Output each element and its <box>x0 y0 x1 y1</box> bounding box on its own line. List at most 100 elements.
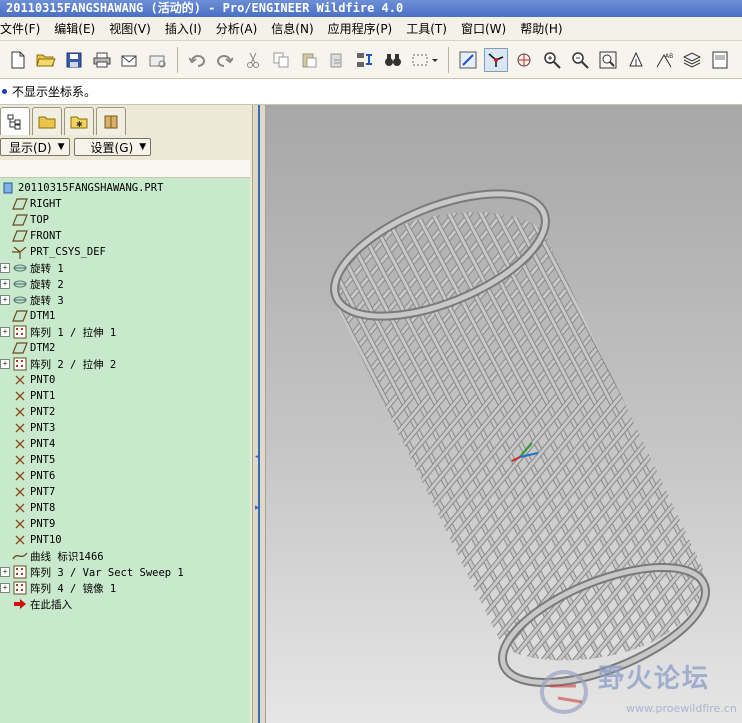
tree-item-label: 旋转 2 <box>30 278 64 291</box>
tree-item[interactable]: PNT1 <box>12 388 55 404</box>
saved-views-button[interactable]: AB <box>652 48 676 72</box>
save-button[interactable] <box>62 48 86 72</box>
cut-button[interactable] <box>241 48 265 72</box>
tree-item[interactable]: PRT_CSYS_DEF <box>12 244 106 260</box>
tab-model-tree[interactable] <box>0 107 30 135</box>
zoom-out-button[interactable] <box>568 48 592 72</box>
toolbar-separator <box>177 46 178 73</box>
find-button[interactable] <box>381 48 405 72</box>
menu-tools[interactable]: 工具(T) <box>399 20 454 37</box>
expand-plus-icon[interactable]: + <box>0 279 10 289</box>
tree-item[interactable]: PNT2 <box>12 404 55 420</box>
expand-plus-icon[interactable]: + <box>0 263 10 273</box>
menu-insert[interactable]: 插入(I) <box>158 20 209 37</box>
refit-button[interactable] <box>596 48 620 72</box>
tree-item[interactable]: 曲线 标识1466 <box>12 548 104 564</box>
settings-dropdown[interactable]: 设置(G) ▼ <box>73 138 152 156</box>
tree-item[interactable]: + 旋转 2 <box>0 276 64 292</box>
tree-item[interactable]: PNT5 <box>12 452 55 468</box>
orient-mode-button[interactable] <box>512 48 536 72</box>
tree-item[interactable]: + 旋转 1 <box>0 260 64 276</box>
tree-item-label: PNT3 <box>30 422 56 434</box>
tree-item-label: DTM1 <box>30 310 56 322</box>
tree-item[interactable]: + 阵列 4 / 镜像 1 <box>0 580 116 596</box>
redo-button[interactable] <box>213 48 237 72</box>
tree-item-label: PNT7 <box>30 486 56 498</box>
tree-item[interactable]: PNT7 <box>12 484 55 500</box>
tab-connections[interactable] <box>96 107 126 135</box>
zoom-in-icon <box>544 51 561 69</box>
repaint-button[interactable] <box>456 48 480 72</box>
tree-item[interactable]: RIGHT <box>12 196 62 212</box>
pattern-icon <box>12 356 28 372</box>
menu-window[interactable]: 窗口(W) <box>454 20 513 37</box>
menu-analysis[interactable]: 分析(A) <box>209 20 265 37</box>
splitter-line <box>258 105 260 723</box>
menu-bar: 文件(F) 编辑(E) 视图(V) 插入(I) 分析(A) 信息(N) 应用程序… <box>0 17 742 41</box>
toolbar-separator <box>448 46 449 73</box>
scissors-icon <box>247 52 259 68</box>
folder-browser-icon <box>38 116 56 128</box>
tree-item[interactable]: PNT3 <box>12 420 55 436</box>
insert-here-arrow-icon <box>12 596 28 612</box>
tree-item[interactable]: DTM1 <box>12 308 55 324</box>
tree-item[interactable]: TOP <box>12 212 49 228</box>
menu-help[interactable]: 帮助(H) <box>513 20 569 37</box>
tab-favorites[interactable]: ✱ <box>64 107 94 135</box>
tree-item[interactable]: PNT9 <box>12 516 55 532</box>
expand-plus-icon[interactable]: + <box>0 359 10 369</box>
tree-item[interactable]: PNT6 <box>12 468 55 484</box>
layers-button[interactable] <box>680 48 704 72</box>
print-button[interactable] <box>90 48 114 72</box>
spin-center-button[interactable] <box>484 47 508 72</box>
tree-item[interactable]: PNT4 <box>12 436 55 452</box>
menu-edit[interactable]: 编辑(E) <box>47 20 102 37</box>
send-mail-button[interactable] <box>118 48 142 72</box>
tree-item[interactable]: PNT8 <box>12 500 55 516</box>
collapse-left-icon[interactable]: ◂ <box>255 452 260 462</box>
tree-item[interactable]: FRONT <box>12 228 62 244</box>
regenerate-button[interactable] <box>353 48 377 72</box>
expand-plus-icon[interactable]: + <box>0 295 10 305</box>
menu-file[interactable]: 文件(F) <box>0 20 47 37</box>
tree-item[interactable]: 20110315FANGSHAWANG.PRT <box>0 180 163 196</box>
pattern-icon <box>12 324 28 340</box>
tree-item[interactable]: PNT0 <box>12 372 55 388</box>
new-file-button[interactable] <box>6 48 30 72</box>
triangle-down-icon: ▼ <box>57 142 65 152</box>
reorient-button[interactable] <box>624 48 648 72</box>
tree-item[interactable]: + 阵列 2 / 拉伸 2 <box>0 356 116 372</box>
tree-item[interactable]: PNT10 <box>12 532 62 548</box>
tree-item[interactable]: + 阵列 1 / 拉伸 1 <box>0 324 116 340</box>
menu-info[interactable]: 信息(N) <box>264 20 320 37</box>
menu-view[interactable]: 视图(V) <box>102 20 158 37</box>
graphics-window[interactable]: 野火论坛 www.proewildfire.cn <box>266 105 742 723</box>
open-file-button[interactable] <box>34 48 58 72</box>
send-link-button[interactable] <box>146 48 170 72</box>
tree-item[interactable]: 在此插入 <box>12 596 72 612</box>
copy-button[interactable] <box>269 48 293 72</box>
expand-plus-icon[interactable]: + <box>0 327 10 337</box>
tree-item-label: PNT4 <box>30 438 56 450</box>
menu-applications[interactable]: 应用程序(P) <box>321 20 400 37</box>
paste-button[interactable] <box>297 48 321 72</box>
tab-folder-browser[interactable] <box>32 107 62 135</box>
tree-item-label: RIGHT <box>30 198 62 210</box>
datum-plane-icon <box>12 196 28 212</box>
expand-plus-icon[interactable]: + <box>0 583 10 593</box>
select-box-button[interactable] <box>409 48 441 72</box>
tree-item[interactable]: + 旋转 3 <box>0 292 64 308</box>
mesh-tube <box>331 212 706 661</box>
paste-special-button[interactable] <box>325 48 349 72</box>
show-dropdown[interactable]: 显示(D) ▼ <box>0 138 70 156</box>
expand-right-icon[interactable]: ▸ <box>255 503 260 513</box>
svg-text:AB: AB <box>665 53 673 60</box>
tree-item-label: PRT_CSYS_DEF <box>30 246 106 258</box>
tree-item[interactable]: DTM2 <box>12 340 55 356</box>
expand-plus-icon[interactable]: + <box>0 567 10 577</box>
zoom-in-button[interactable] <box>540 48 564 72</box>
view-manager-button[interactable] <box>708 48 732 72</box>
panel-splitter[interactable]: ◂ ▸ <box>252 105 266 723</box>
undo-button[interactable] <box>185 48 209 72</box>
tree-item[interactable]: + 阵列 3 / Var Sect Sweep 1 <box>0 564 184 580</box>
